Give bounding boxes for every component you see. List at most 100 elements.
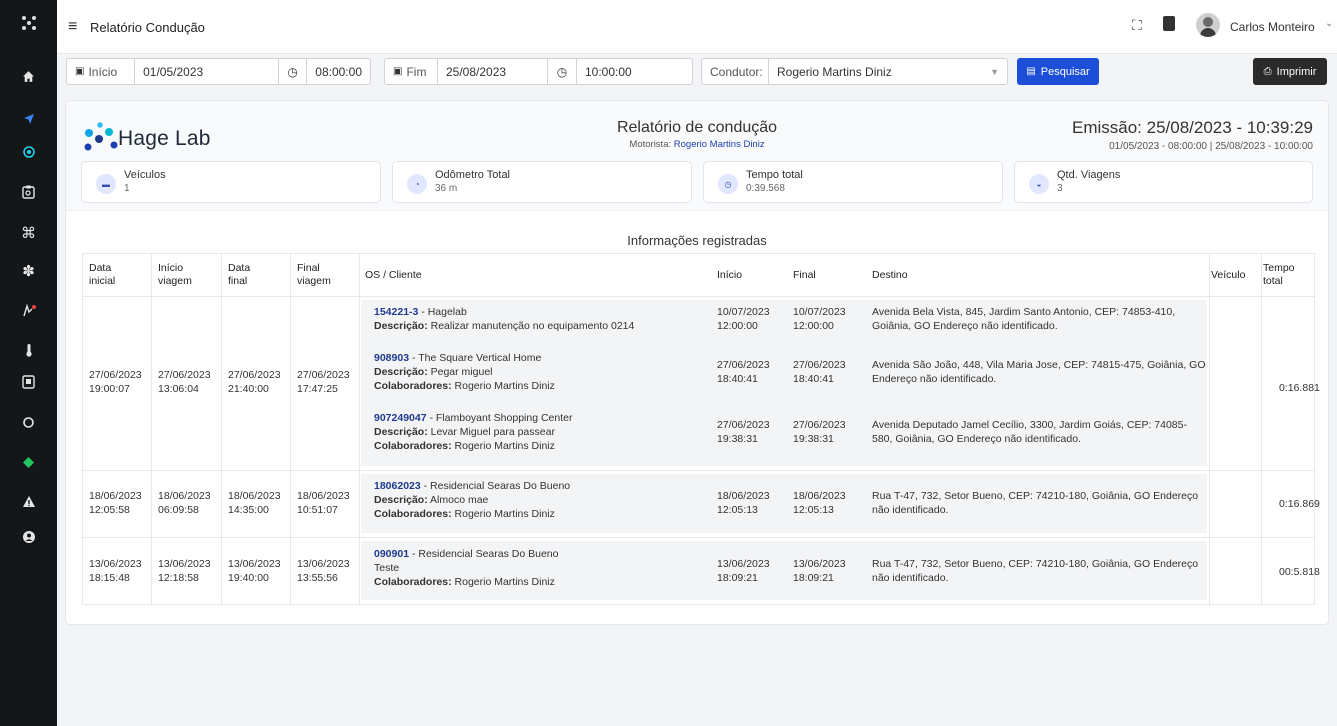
collaborators-value: Rogerio Martins Diniz	[451, 380, 555, 392]
chevron-down-icon[interactable]: ⌄	[1325, 18, 1333, 29]
cell-text: 27/06/2023	[228, 369, 281, 381]
stat-odometer: ◔ Odômetro Total 36 m	[392, 161, 692, 203]
tablet-icon[interactable]	[0, 369, 57, 395]
end-time-input[interactable]: 10:00:00	[577, 59, 692, 84]
thermometer-icon[interactable]	[0, 337, 57, 363]
col-divider	[1261, 254, 1262, 606]
start-datetime-filter: ▣ Início 01/05/2023 ◷ 08:00:00	[66, 58, 371, 85]
header-inicio-viagem: Início viagem	[158, 254, 220, 296]
home-icon[interactable]	[0, 63, 57, 89]
cell-text: Endereço não identificado.	[872, 373, 997, 385]
description-value: Almoco mae	[427, 494, 489, 506]
asterisk-icon[interactable]: ✽	[0, 258, 57, 284]
end-label: ▣ Fim	[385, 59, 438, 84]
cell-text: 27/06/2023	[717, 419, 770, 431]
trip-icon: ◒	[1029, 174, 1049, 194]
header-veiculo: Veículo	[1211, 268, 1246, 281]
book-icon[interactable]	[1163, 16, 1175, 31]
trips-table: Data inicial Início viagem Data final Final…	[82, 253, 1320, 606]
user-name[interactable]: Carlos Monteiro	[1230, 20, 1315, 34]
dropdown-caret-icon[interactable]: ▼	[990, 67, 999, 77]
fullscreen-icon[interactable]: ⛶	[1132, 17, 1142, 34]
ring-icon[interactable]	[0, 409, 57, 435]
cell-text: 27/06/2023	[297, 369, 350, 381]
app-logo-icon[interactable]	[0, 10, 57, 36]
report-range: 01/05/2023 - 08:00:00 | 25/08/2023 - 10:…	[1109, 141, 1313, 152]
cell-text: 18:09:21	[793, 572, 834, 584]
table-cell-data-inicial: 18/06/2023 12:05:58	[89, 489, 142, 517]
driver-name: Rogerio Martins Diniz	[673, 139, 765, 150]
warning-icon[interactable]	[0, 488, 57, 514]
diamond-icon[interactable]	[0, 449, 57, 475]
route-alert-icon[interactable]	[0, 298, 57, 324]
table-cell-data-final: 27/06/2023 21:40:00	[228, 368, 281, 396]
collaborators-value: Rogerio Martins Diniz	[451, 440, 555, 452]
driver-prefix: Motorista:	[629, 139, 672, 150]
cell-text: 14:35:00	[228, 504, 269, 516]
search-button-label: Pesquisar	[1040, 65, 1090, 78]
driver-value[interactable]: Rogerio Martins Diniz ▼	[769, 59, 1007, 84]
table-cell-inicio-viagem: 18/06/2023 06:09:58	[158, 489, 211, 517]
client-name: - The Square Vertical Home	[409, 352, 542, 364]
cell-text: 13:55:56	[297, 572, 338, 584]
os-code-link[interactable]: 908903	[374, 352, 409, 364]
description-value: Realizar manutenção no equipamento 0214	[427, 320, 635, 332]
os-cliente-cell: 090901 - Residencial Searas Do Bueno Tes…	[374, 547, 558, 589]
os-code-link[interactable]: 18062023	[374, 480, 421, 492]
cell-text: Goiânia, GO Endereço não identificado.	[872, 320, 1058, 332]
collaborators-label: Colaboradores:	[374, 440, 452, 452]
cell-text: 18/06/2023	[717, 490, 770, 502]
cell-text: 18:09:21	[717, 572, 758, 584]
start-time-input[interactable]: 08:00:00	[307, 59, 370, 84]
cell-text: 12:05:13	[793, 504, 834, 516]
driver-selected-value: Rogerio Martins Diniz	[777, 64, 892, 79]
clipboard-search-icon[interactable]	[0, 179, 57, 205]
print-button[interactable]: ⎙ Imprimir	[1253, 58, 1327, 85]
header-text: viagem	[297, 275, 331, 287]
clock-icon: ◷	[279, 59, 308, 84]
navigation-icon[interactable]	[0, 106, 57, 132]
cell-text: 17:47:25	[297, 383, 338, 395]
start-date-value: 01/05/2023	[143, 64, 204, 79]
header-inicio: Início	[717, 268, 743, 281]
report-title: Relatório de condução	[616, 119, 778, 136]
collaborators-value: Rogerio Martins Diniz	[451, 508, 555, 520]
cell-text: 18/06/2023	[158, 490, 211, 502]
end-date-input[interactable]: 25/08/2023	[438, 59, 548, 84]
cell-text: 27/06/2023	[793, 359, 846, 371]
menu-icon[interactable]: ≡	[68, 18, 77, 36]
driver-select[interactable]: Condutor: Rogerio Martins Diniz ▼	[701, 58, 1008, 85]
table-cell-data-final: 18/06/2023 14:35:00	[228, 489, 281, 517]
cell-text: 10/07/2023	[717, 306, 770, 318]
location-target-icon[interactable]	[0, 139, 57, 165]
table-cell-data-final: 13/06/2023 19:40:00	[228, 557, 281, 585]
os-code-link[interactable]: 907249047	[374, 412, 427, 424]
header-text: final	[228, 275, 248, 287]
search-button[interactable]: ▤ Pesquisar	[1017, 58, 1099, 85]
table-cell-inicio: 27/06/2023 19:38:31	[717, 418, 770, 446]
os-code-link[interactable]: 090901	[374, 548, 409, 560]
os-code-link[interactable]: 154221-3	[374, 306, 418, 318]
command-icon[interactable]: ⌘	[0, 220, 57, 246]
stat-value: 0:39.568	[746, 183, 785, 194]
table-cell-final-viagem: 13/06/2023 13:55:56	[297, 557, 350, 585]
start-date-input[interactable]: 01/05/2023	[135, 59, 279, 84]
cell-text: 18:15:48	[89, 572, 130, 584]
header-text: Data	[228, 262, 251, 274]
header-final-viagem: Final viagem	[297, 254, 359, 296]
header-text: Data	[89, 262, 112, 274]
user-circle-icon[interactable]	[0, 524, 57, 550]
cell-text: 27/06/2023	[793, 419, 846, 431]
end-date-value: 25/08/2023	[446, 64, 507, 79]
client-name: - Flamboyant Shopping Center	[426, 412, 573, 424]
cell-text: 12:05:58	[89, 504, 130, 516]
start-label: ▣ Início	[67, 59, 136, 84]
table-cell-final: 18/06/2023 12:05:13	[793, 489, 846, 517]
avatar[interactable]	[1196, 13, 1220, 37]
table-cell-destino: Rua T-47, 732, Setor Bueno, CEP: 74210-1…	[872, 489, 1198, 517]
header-destino: Destino	[872, 268, 908, 281]
header-data-inicial: Data inicial	[89, 254, 151, 296]
cell-text: 06:09:58	[158, 504, 199, 516]
printer-icon: ⎙	[1263, 66, 1272, 77]
cell-text: 19:38:31	[717, 433, 758, 445]
